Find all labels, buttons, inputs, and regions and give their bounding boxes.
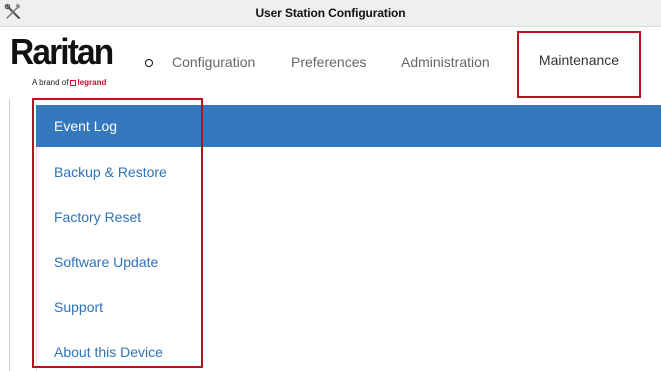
nav-configuration[interactable]: Configuration — [172, 53, 255, 71]
menu-item-about-device[interactable]: About this Device — [54, 343, 163, 361]
logo-wordmark: Raritan — [10, 31, 114, 72]
nav-maintenance[interactable]: Maintenance — [520, 27, 638, 94]
menu-border-line — [36, 147, 37, 371]
raritan-logo: Raritan A brand of legrand — [8, 31, 158, 91]
window-title: User Station Configuration — [255, 6, 406, 20]
nav-administration[interactable]: Administration — [401, 53, 490, 71]
menu-item-backup-restore[interactable]: Backup & Restore — [54, 163, 167, 181]
logo-tagline-prefix: A brand of — [32, 78, 69, 87]
logo-tagline-brand: legrand — [77, 78, 107, 87]
left-border-line — [9, 99, 10, 371]
active-menu-band — [36, 105, 661, 147]
logo-tagline: A brand of legrand — [32, 78, 106, 88]
nav-preferences[interactable]: Preferences — [291, 53, 366, 71]
menu-item-factory-reset[interactable]: Factory Reset — [54, 208, 141, 226]
title-bar: User Station Configuration — [0, 0, 661, 27]
app-header: Raritan A brand of legrand Configuration … — [0, 27, 661, 99]
legrand-mark-icon — [70, 80, 77, 86]
menu-item-support[interactable]: Support — [54, 298, 103, 316]
registered-mark-icon — [145, 59, 153, 67]
menu-item-software-update[interactable]: Software Update — [54, 253, 158, 271]
menu-item-event-log[interactable]: Event Log — [54, 117, 117, 135]
